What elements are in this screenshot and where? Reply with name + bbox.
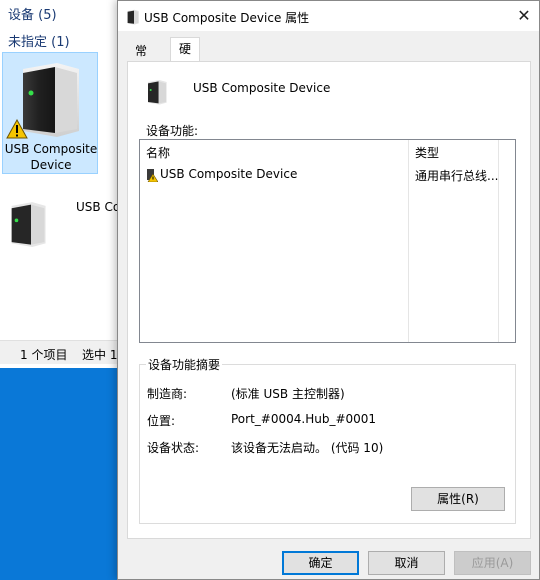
dialog-title: USB Composite Device 属性	[144, 11, 310, 25]
tab-hardware[interactable]: 硬件	[170, 37, 201, 78]
status-item-count: 1 个项目	[20, 348, 68, 362]
location-label: 位置:	[147, 414, 176, 428]
manufacturer-value: (标准 USB 主控制器)	[231, 387, 345, 401]
properties-dialog: USB Composite Device 属性 ✕ 常规 硬件 USB Comp…	[117, 0, 540, 580]
device-icon	[127, 9, 139, 25]
close-icon[interactable]: ✕	[509, 1, 539, 31]
column-header-name[interactable]: 名称	[146, 144, 170, 161]
warning-icon	[6, 119, 28, 139]
manufacturer-label: 制造商:	[147, 387, 188, 401]
row-name: USB Composite Device	[160, 167, 298, 181]
dialog-titlebar[interactable]: USB Composite Device 属性 ✕	[118, 1, 539, 31]
summary-legend: 设备功能摘要	[146, 356, 223, 373]
device-icon	[11, 202, 46, 248]
list-item-label: USB Co	[76, 200, 121, 214]
device-tile-usb-composite[interactable]: USB Composite Device	[2, 52, 98, 174]
properties-button[interactable]: 属性(R)	[411, 487, 505, 511]
group-devices-header[interactable]: 设备 (5)	[8, 4, 57, 23]
device-name: USB Composite Device	[193, 81, 331, 95]
desktop-background	[0, 368, 118, 580]
device-icon	[148, 80, 167, 105]
device-functions-list[interactable]: 名称 类型 USB Composite Device 通用串行总线...	[139, 139, 516, 343]
status-selected-count: 选中 1	[82, 348, 118, 362]
apply-button[interactable]: 应用(A)	[454, 551, 531, 575]
device-tile-label: USB Composite Device	[4, 142, 98, 172]
location-value: Port_#0004.Hub_#0001	[231, 412, 377, 426]
functions-label: 设备功能:	[146, 124, 199, 138]
cancel-button[interactable]: 取消	[368, 551, 445, 575]
device-status-label: 设备状态:	[147, 441, 200, 455]
list-header: 名称 类型	[140, 140, 515, 160]
ok-button[interactable]: 确定	[282, 551, 359, 575]
tab-general[interactable]: 常规	[126, 39, 157, 80]
warning-icon	[147, 169, 158, 182]
status-bar: 1 个项目 选中 1	[0, 340, 118, 364]
row-type: 通用串行总线...	[415, 169, 499, 183]
device-status-value: 该设备无法启动。 (代码 10)	[231, 441, 384, 455]
function-summary-group: 设备功能摘要 制造商: (标准 USB 主控制器) 位置: Port_#0004…	[139, 356, 516, 524]
table-row[interactable]: USB Composite Device 通用串行总线...	[146, 167, 506, 183]
column-header-type[interactable]: 类型	[415, 144, 439, 161]
group-unspecified-header[interactable]: 未指定 (1)	[8, 31, 70, 50]
hardware-tab-panel: USB Composite Device 设备功能: 名称 类型 USB Com…	[127, 61, 531, 539]
